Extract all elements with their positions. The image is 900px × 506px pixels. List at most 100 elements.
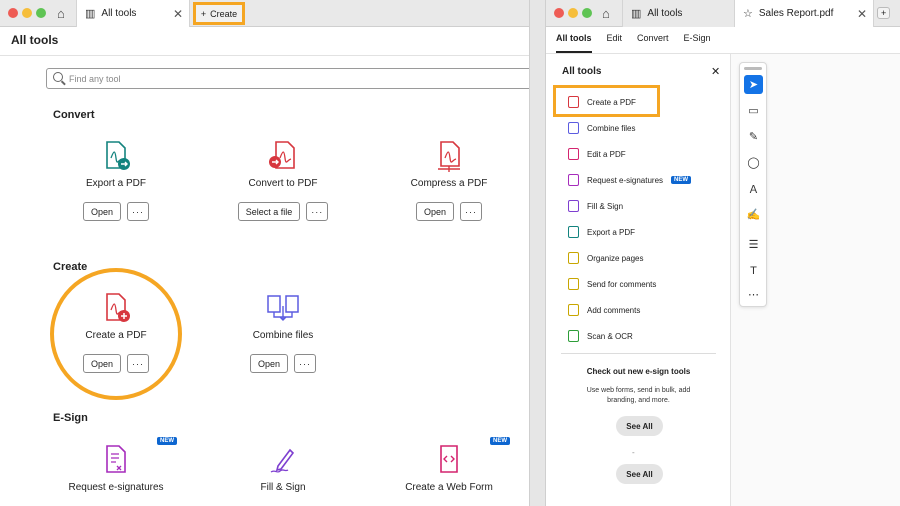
edit-text-icon[interactable]: ☰ [744, 235, 763, 254]
new-tab-button[interactable]: + [877, 7, 891, 19]
more-options-button[interactable]: ··· [294, 354, 317, 373]
section-create: Create [53, 261, 88, 273]
tools-icon: ▥ [85, 8, 96, 20]
select-cursor-icon[interactable]: ➤ [744, 75, 763, 94]
close-window-button[interactable] [8, 8, 18, 18]
more-options-button[interactable]: ··· [306, 202, 329, 221]
new-badge: NEW [157, 437, 177, 445]
drag-handle[interactable] [744, 67, 762, 70]
tab-edit[interactable]: Edit [607, 33, 623, 53]
open-button[interactable]: Open [415, 202, 455, 221]
highlight-pen-icon[interactable]: ✎ [744, 127, 763, 146]
see-all-button[interactable]: See All [616, 416, 663, 436]
close-icon[interactable]: ✕ [711, 65, 720, 78]
fill-sign-icon [568, 200, 579, 212]
section-convert: Convert [53, 109, 95, 121]
panel-item-add-comments[interactable]: Add comments [568, 304, 640, 316]
tool-combine-files: Combine files Open ··· [213, 292, 353, 373]
zoom-window-button[interactable] [36, 8, 46, 18]
panel-item-scan-ocr[interactable]: Scan & OCR [568, 330, 633, 342]
see-all-button-2[interactable]: See All [616, 464, 663, 484]
panel-item-label: Fill & Sign [587, 201, 624, 211]
tool-create-pdf: Create a PDF Open ··· [46, 292, 186, 373]
more-options-button[interactable]: ··· [127, 202, 150, 221]
add-comment-icon[interactable]: ▭ [744, 101, 763, 120]
tool-create-web-form: Create a Web Form [379, 444, 519, 493]
scan-ocr-icon [568, 330, 579, 342]
tab-all-tools[interactable]: ▥ All tools ✕ [76, 0, 190, 27]
search-placeholder: Find any tool [69, 73, 121, 84]
zoom-window-button[interactable] [582, 8, 592, 18]
select-file-button[interactable]: Select a file [237, 202, 301, 221]
tool-name: Combine files [252, 330, 314, 341]
panel-item-create-pdf[interactable]: Create a PDF [568, 96, 636, 108]
tab-all-tools-nav[interactable]: All tools [556, 33, 592, 53]
quick-tools-toolbar: ➤ ▭ ✎ ◯ Ａ ✍ ☰ T ⋯ [739, 62, 767, 307]
panel-item-send-for-comments[interactable]: Send for comments [568, 278, 656, 290]
panel-item-request-esignatures[interactable]: Request e-signatures NEW [568, 174, 692, 186]
panel-item-label: Edit a PDF [587, 149, 626, 159]
top-nav: All tools Edit Convert E-Sign [556, 33, 711, 53]
document-window: ⌂ ▥ All tools ☆ Sales Report.pdf ✕ + All… [545, 0, 900, 506]
more-tools-icon[interactable]: ⋯ [744, 285, 763, 304]
create-tab-button[interactable]: + Create [193, 2, 245, 25]
panel-item-label: Send for comments [587, 279, 657, 289]
open-button[interactable]: Open [249, 354, 289, 373]
tool-name: Create a Web Form [405, 482, 493, 493]
combine-files-icon [267, 295, 299, 321]
tool-name: Request e-signatures [68, 482, 164, 493]
close-icon[interactable]: ✕ [173, 7, 183, 21]
tab-convert[interactable]: Convert [637, 33, 669, 53]
divider [561, 353, 716, 354]
sign-icon[interactable]: ✍ [744, 205, 763, 224]
divider [0, 55, 529, 56]
more-options-button[interactable]: ··· [127, 354, 150, 373]
search-icon [53, 72, 63, 82]
draw-lasso-icon[interactable]: ◯ [744, 153, 763, 172]
separator-dash: - [632, 448, 635, 457]
home-icon[interactable]: ⌂ [602, 6, 610, 21]
open-button[interactable]: Open [82, 202, 122, 221]
more-options-button[interactable]: ··· [460, 202, 483, 221]
tab-sales-report[interactable]: ☆ Sales Report.pdf ✕ [734, 0, 874, 27]
panel-item-label: Export a PDF [587, 227, 636, 237]
panel-item-organize-pages[interactable]: Organize pages [568, 252, 643, 264]
panel-item-edit-pdf[interactable]: Edit a PDF [568, 148, 626, 160]
add-comments-icon [568, 304, 579, 316]
panel-item-label: Scan & OCR [587, 331, 633, 341]
close-icon[interactable]: ✕ [857, 7, 867, 21]
tool-name: Create a PDF [85, 330, 147, 341]
tab-all-tools[interactable]: ▥ All tools [622, 0, 734, 27]
open-button[interactable]: Open [82, 354, 122, 373]
title-bar: ⌂ ▥ All tools ☆ Sales Report.pdf ✕ + [546, 0, 900, 27]
close-window-button[interactable] [554, 8, 564, 18]
compress-pdf-icon [438, 141, 460, 172]
panel-item-combine-files[interactable]: Combine files [568, 122, 635, 134]
tab-label: All tools [101, 8, 137, 19]
tool-compress-pdf: Compress a PDF Open ··· [379, 140, 519, 221]
new-badge: NEW [490, 437, 510, 445]
panel-item-fill-sign[interactable]: Fill & Sign [568, 200, 623, 212]
minimize-window-button[interactable] [22, 8, 32, 18]
minimize-window-button[interactable] [568, 8, 578, 18]
search-input[interactable]: Find any tool [46, 68, 529, 89]
title-bar: ⌂ ▥ All tools ✕ + Create [0, 0, 529, 27]
star-icon[interactable]: ☆ [743, 7, 753, 20]
all-tools-window: ⌂ ▥ All tools ✕ + Create All tools Find … [0, 0, 530, 506]
tab-esign[interactable]: E-Sign [684, 33, 711, 53]
panel-item-export-pdf[interactable]: Export a PDF [568, 226, 635, 238]
tool-name: Export a PDF [85, 178, 147, 189]
tab-label: Sales Report.pdf [758, 8, 834, 19]
tool-fill-sign: Fill & Sign [213, 444, 353, 493]
tool-export-pdf: Export a PDF Open ··· [46, 140, 186, 221]
home-icon[interactable]: ⌂ [57, 6, 65, 21]
create-label: Create [210, 8, 238, 19]
text-select-icon[interactable]: Ａ [744, 179, 763, 198]
tab-label: All tools [647, 8, 683, 19]
organize-pages-icon [568, 252, 579, 264]
export-pdf-icon [568, 226, 579, 238]
add-text-icon[interactable]: T [744, 261, 763, 280]
tools-icon: ▥ [631, 8, 642, 20]
panel-title: All tools [562, 66, 602, 77]
tool-name: Compress a PDF [410, 178, 488, 189]
